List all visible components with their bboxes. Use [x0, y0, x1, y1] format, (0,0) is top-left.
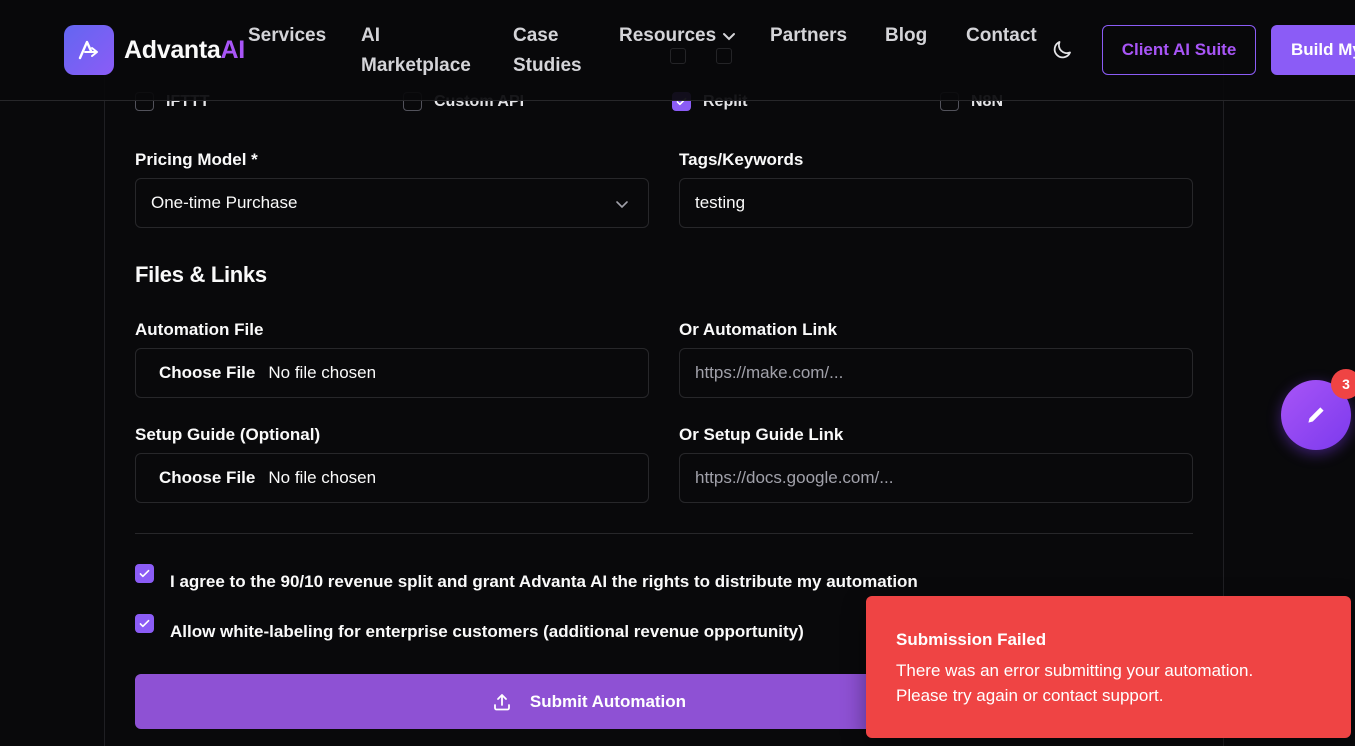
client-ai-suite-button[interactable]: Client AI Suite	[1102, 25, 1256, 75]
moon-icon[interactable]	[1050, 38, 1074, 62]
form-divider	[135, 533, 1193, 534]
automation-link-label: Or Automation Link	[679, 320, 838, 339]
file-status: No file chosen	[268, 468, 377, 487]
pricing-model-select[interactable]: One-time Purchase	[135, 178, 649, 228]
logo-icon[interactable]	[64, 25, 114, 75]
check-icon	[139, 619, 150, 628]
choose-file-button[interactable]: Choose File	[159, 363, 255, 383]
tags-field[interactable]	[679, 178, 1193, 228]
files-links-heading: Files & Links	[135, 262, 267, 287]
automation-file-input[interactable]: Choose File No file chosen	[135, 348, 649, 398]
pricing-model-value: One-time Purchase	[151, 193, 298, 212]
setup-guide-label: Setup Guide (Optional)	[135, 425, 321, 444]
nav-resources[interactable]: Resources	[619, 21, 736, 51]
setup-link-label: Or Setup Guide Link	[679, 425, 844, 444]
choose-file-button[interactable]: Choose File	[159, 468, 255, 488]
pencil-icon	[1308, 407, 1324, 423]
agree-whitelabel-label: Allow white-labeling for enterprise cust…	[170, 622, 804, 641]
brand-name[interactable]: AdvantaAI	[124, 36, 245, 65]
notification-badge: 3	[1331, 369, 1355, 399]
setup-guide-file-input[interactable]: Choose File No file chosen	[135, 453, 649, 503]
agree-revenue-row: I agree to the 90/10 revenue split and g…	[135, 564, 918, 592]
site-header: AdvantaAI Services AI Marketplace Case Stu…	[0, 0, 1355, 101]
upload-icon	[494, 693, 510, 710]
nav-ai-marketplace[interactable]: AI Marketplace	[361, 21, 471, 81]
toast-title: Submission Failed	[896, 630, 1047, 649]
agree-revenue-label: I agree to the 90/10 revenue split and g…	[170, 572, 918, 591]
automation-link-input[interactable]	[695, 363, 1177, 383]
tags-label: Tags/Keywords	[679, 150, 804, 169]
nav-case-studies[interactable]: Case Studies	[513, 21, 582, 81]
file-status: No file chosen	[268, 363, 377, 382]
toast-description: There was an error submitting your autom…	[896, 661, 1254, 705]
build-my-button[interactable]: Build My	[1271, 25, 1355, 75]
automation-link-field[interactable]	[679, 348, 1193, 398]
check-icon	[139, 569, 150, 578]
setup-link-input[interactable]	[695, 468, 1177, 488]
nav-partners[interactable]: Partners	[770, 21, 847, 51]
agree-revenue-checkbox[interactable]	[135, 564, 154, 583]
pricing-model-label: Pricing Model *	[135, 150, 258, 169]
tags-input[interactable]	[695, 193, 1177, 213]
submit-automation-label: Submit Automation	[529, 691, 687, 711]
agree-whitelabel-checkbox[interactable]	[135, 614, 154, 633]
nav-services[interactable]: Services	[248, 21, 326, 51]
agree-whitelabel-row: Allow white-labeling for enterprise cust…	[135, 614, 804, 642]
chevron-down-icon	[723, 33, 736, 41]
setup-link-field[interactable]	[679, 453, 1193, 503]
error-toast[interactable]: Submission Failed There was an error sub…	[866, 596, 1351, 738]
chevron-down-icon	[616, 201, 628, 209]
automation-file-label: Automation File	[135, 320, 264, 339]
nav-blog[interactable]: Blog	[885, 21, 927, 51]
nav-contact[interactable]: Contact	[966, 21, 1037, 51]
